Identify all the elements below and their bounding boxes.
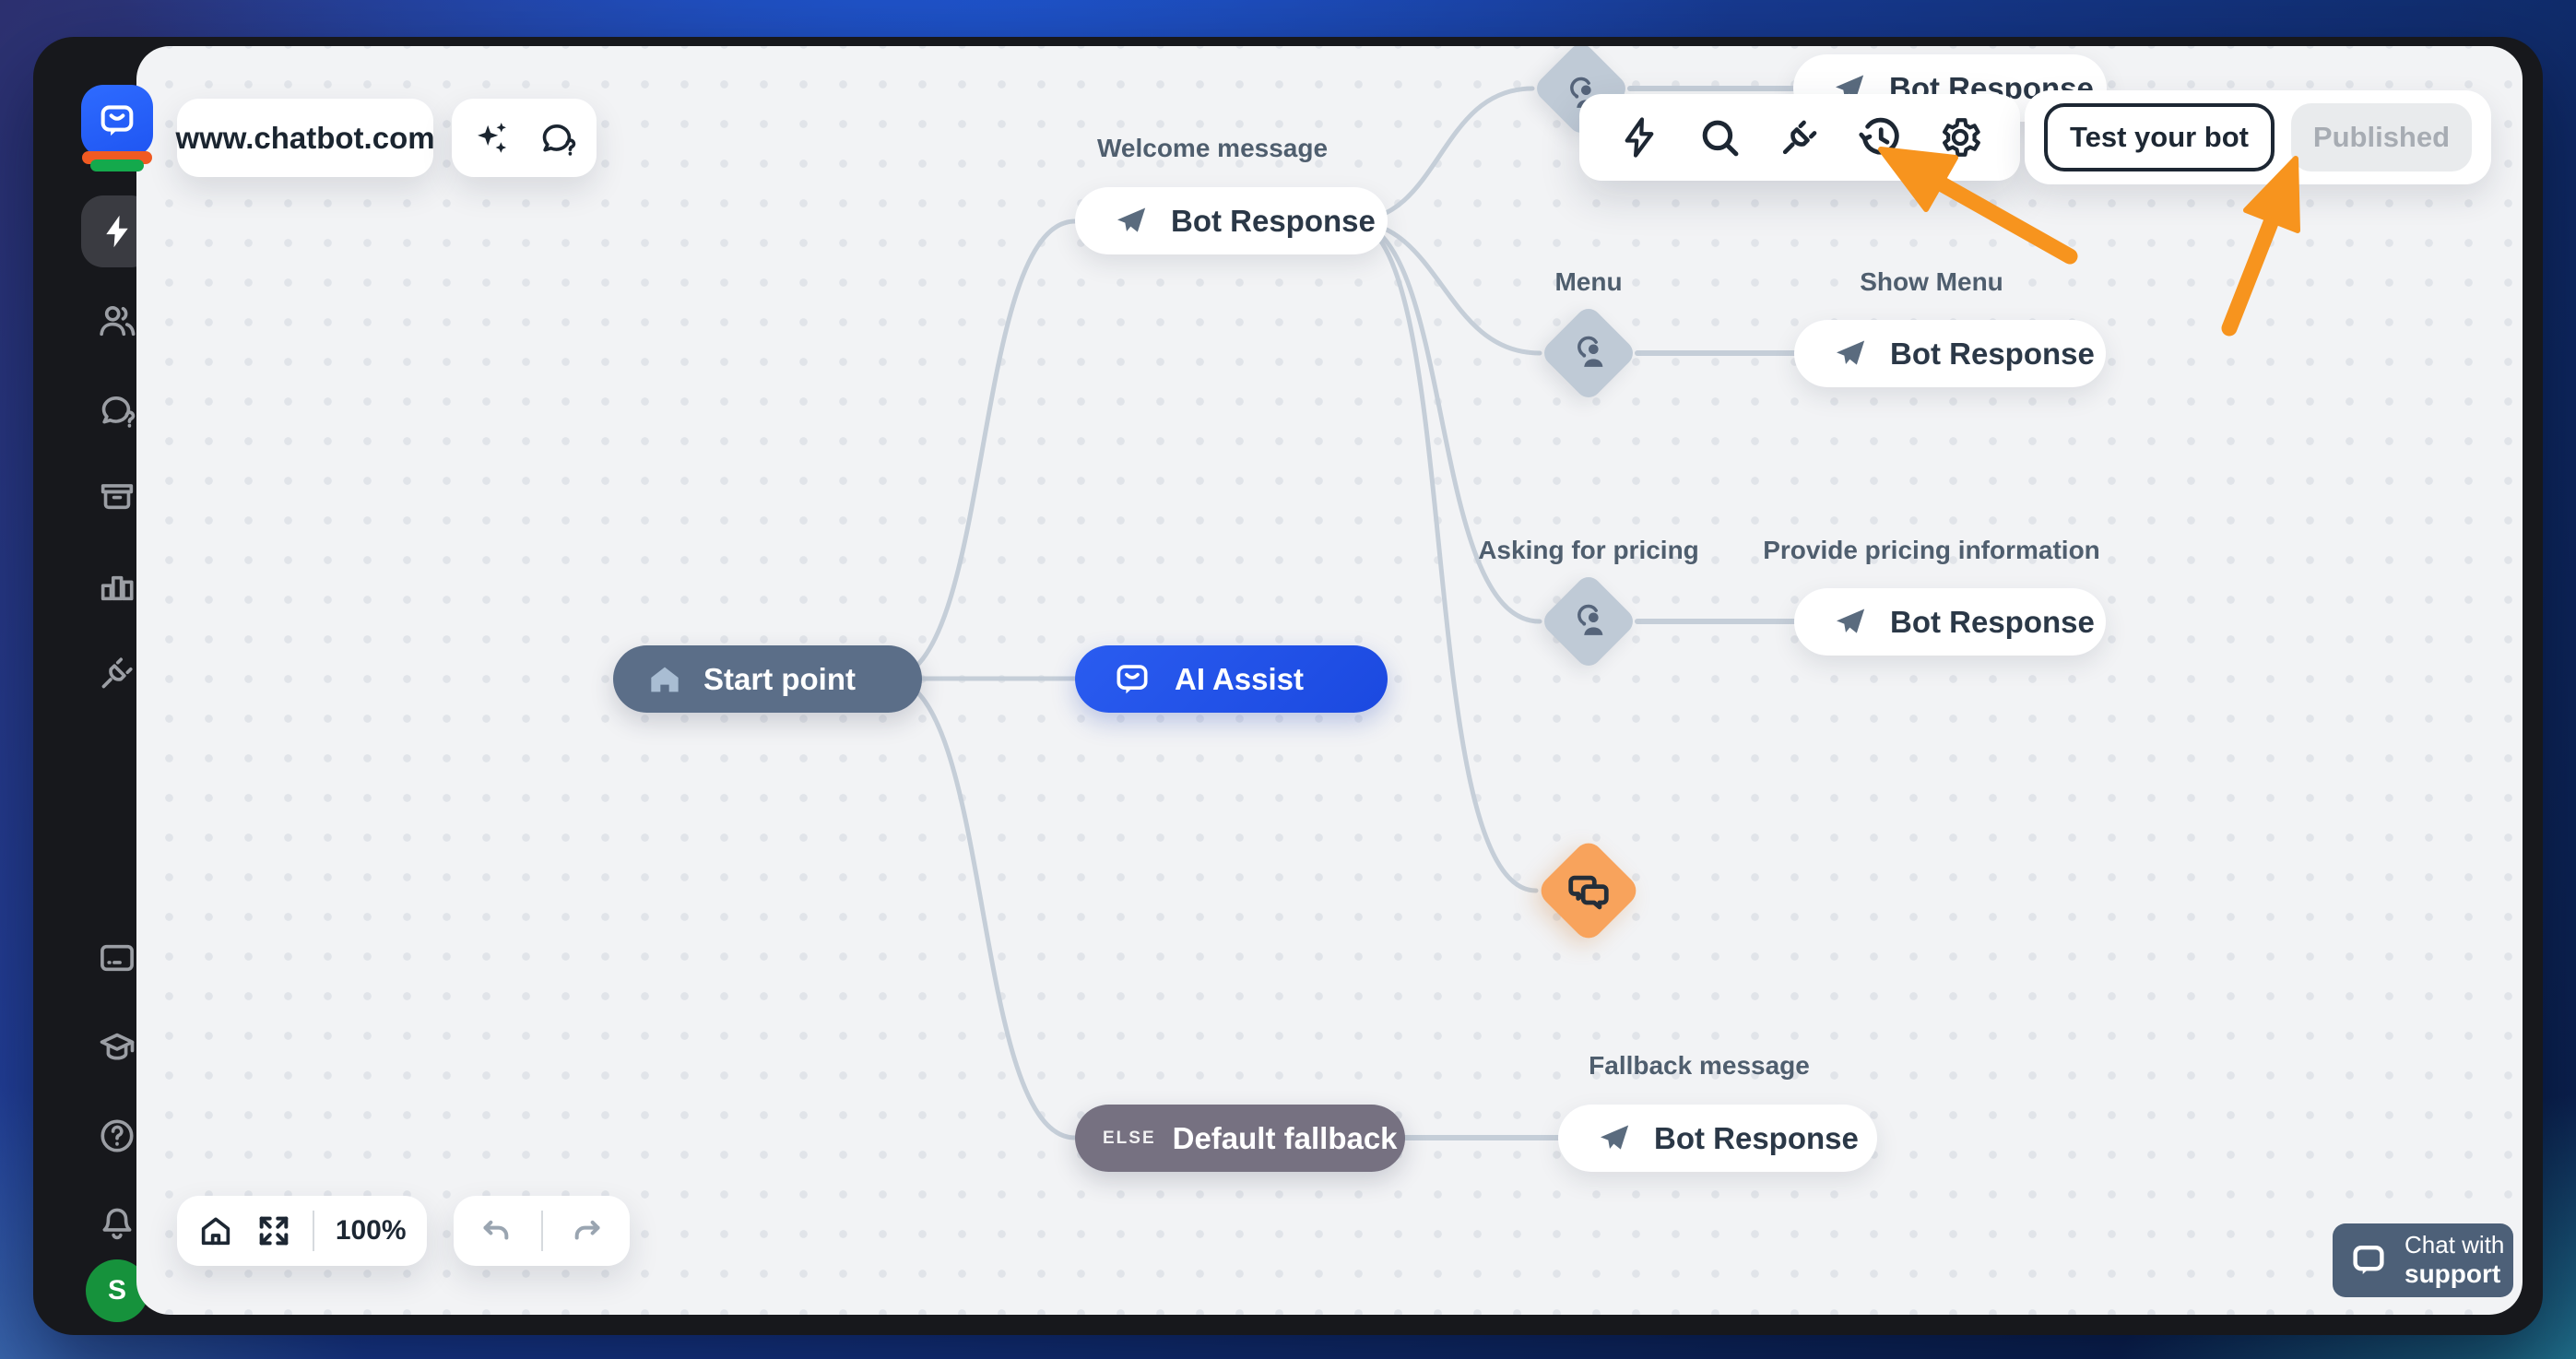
canvas-toolbar [1579, 94, 2020, 181]
credit-card-icon [96, 937, 138, 979]
ai-tools-pill [452, 99, 597, 177]
user-interaction-icon [1567, 600, 1610, 643]
desktop-background: S Bot Response Welcome message Bot Respo… [0, 0, 2576, 1359]
sidebar-item-reports[interactable] [96, 563, 138, 606]
else-tag: ELSE [1103, 1128, 1156, 1148]
lightning-icon [97, 211, 137, 252]
sidebar-item-audience[interactable] [96, 299, 138, 341]
support-line1: Chat with [2405, 1230, 2505, 1259]
ai-sparkles-icon[interactable] [470, 117, 513, 160]
bot-url-pill[interactable]: www.chatbot.com [175, 99, 435, 177]
chatbot-logo[interactable] [81, 85, 153, 171]
chat-with-support-button[interactable]: Chat with support [2333, 1223, 2513, 1297]
history-icon[interactable] [1857, 114, 1903, 160]
bot-response-node-pricing[interactable]: Bot Response [1794, 588, 2106, 656]
node-label: Bot Response [1890, 604, 2095, 639]
home-view-icon[interactable] [197, 1212, 234, 1249]
label-welcome-message: Welcome message [1096, 134, 1329, 162]
test-your-bot-button[interactable]: Test your bot [2044, 103, 2275, 171]
paper-plane-icon [1595, 1120, 1632, 1157]
divider [540, 1211, 543, 1251]
label-provide-pricing-information: Provide pricing information [1763, 536, 2100, 564]
chat-question-icon[interactable] [537, 117, 579, 160]
label-fallback-message: Fallback message [1589, 1051, 1810, 1080]
node-label: Start point [703, 661, 856, 696]
plug-icon[interactable] [1777, 114, 1823, 160]
logo-layer-green [90, 160, 144, 171]
sidebar-item-billing[interactable] [96, 937, 138, 979]
home-icon [646, 661, 683, 698]
node-label: Bot Response [1890, 336, 2095, 371]
default-fallback-node[interactable]: ELSE Default fallback [1075, 1105, 1405, 1172]
chat-bubbles-icon [1565, 867, 1613, 915]
bot-response-node-menu[interactable]: Bot Response [1794, 320, 2106, 387]
node-label: Bot Response [1654, 1120, 1859, 1155]
graduation-cap-icon [96, 1026, 138, 1069]
paper-plane-icon [1831, 336, 1868, 372]
zoom-level[interactable]: 100% [336, 1215, 407, 1247]
search-icon[interactable] [1696, 114, 1743, 160]
bot-response-node-welcome[interactable]: Bot Response [1075, 187, 1388, 254]
divider [313, 1211, 315, 1251]
sidebar-item-help[interactable] [96, 1115, 138, 1157]
node-label: Default fallback [1172, 1120, 1398, 1155]
undo-redo-controls [454, 1196, 630, 1266]
sidebar-item-notifications[interactable] [96, 1202, 138, 1245]
fit-screen-icon[interactable] [255, 1212, 292, 1249]
settings-gear-icon[interactable] [1937, 114, 1983, 160]
support-line2: support [2405, 1259, 2501, 1288]
support-label: Chat with support [2405, 1230, 2505, 1289]
paper-plane-icon [1112, 203, 1149, 240]
plug-icon [96, 652, 138, 694]
app-window: S Bot Response Welcome message Bot Respo… [33, 37, 2543, 1335]
undo-icon[interactable] [479, 1212, 515, 1249]
paper-plane-icon [1831, 604, 1868, 641]
sidebar-item-integrations[interactable] [96, 652, 138, 694]
archive-icon [96, 475, 138, 517]
lightning-icon[interactable] [1616, 114, 1662, 160]
bot-response-node-fallback[interactable]: Bot Response [1558, 1105, 1877, 1172]
node-label: Bot Response [1171, 203, 1376, 238]
user-interaction-icon [1567, 332, 1610, 374]
chat-question-icon [96, 389, 138, 431]
publish-controls: Test your bot Published [2025, 90, 2491, 184]
ai-assist-node[interactable]: AI Assist [1075, 645, 1388, 713]
sidebar-item-chats[interactable] [96, 389, 138, 431]
label-menu: Menu [1554, 267, 1623, 296]
bot-url: www.chatbot.com [175, 120, 435, 155]
sidebar-item-archives[interactable] [96, 475, 138, 517]
chat-bubble-icon [1112, 659, 1152, 700]
sidebar-item-academy[interactable] [96, 1026, 138, 1069]
flow-canvas[interactable]: Bot Response Welcome message Bot Respons… [136, 46, 2523, 1315]
start-point-node[interactable]: Start point [613, 645, 922, 713]
chat-bubble-icon [2347, 1239, 2390, 1282]
chart-icon [96, 563, 138, 606]
published-button[interactable]: Published [2291, 103, 2472, 171]
chat-bubble-icon [96, 100, 138, 142]
redo-icon[interactable] [568, 1212, 605, 1249]
question-circle-icon [96, 1115, 138, 1157]
node-label: AI Assist [1175, 661, 1304, 696]
people-icon [96, 299, 138, 341]
avatar-initial: S [107, 1275, 126, 1306]
canvas-zoom-controls: 100% [177, 1196, 427, 1266]
label-asking-for-pricing: Asking for pricing [1478, 536, 1699, 564]
bell-icon [96, 1202, 138, 1245]
label-show-menu: Show Menu [1860, 267, 2003, 296]
